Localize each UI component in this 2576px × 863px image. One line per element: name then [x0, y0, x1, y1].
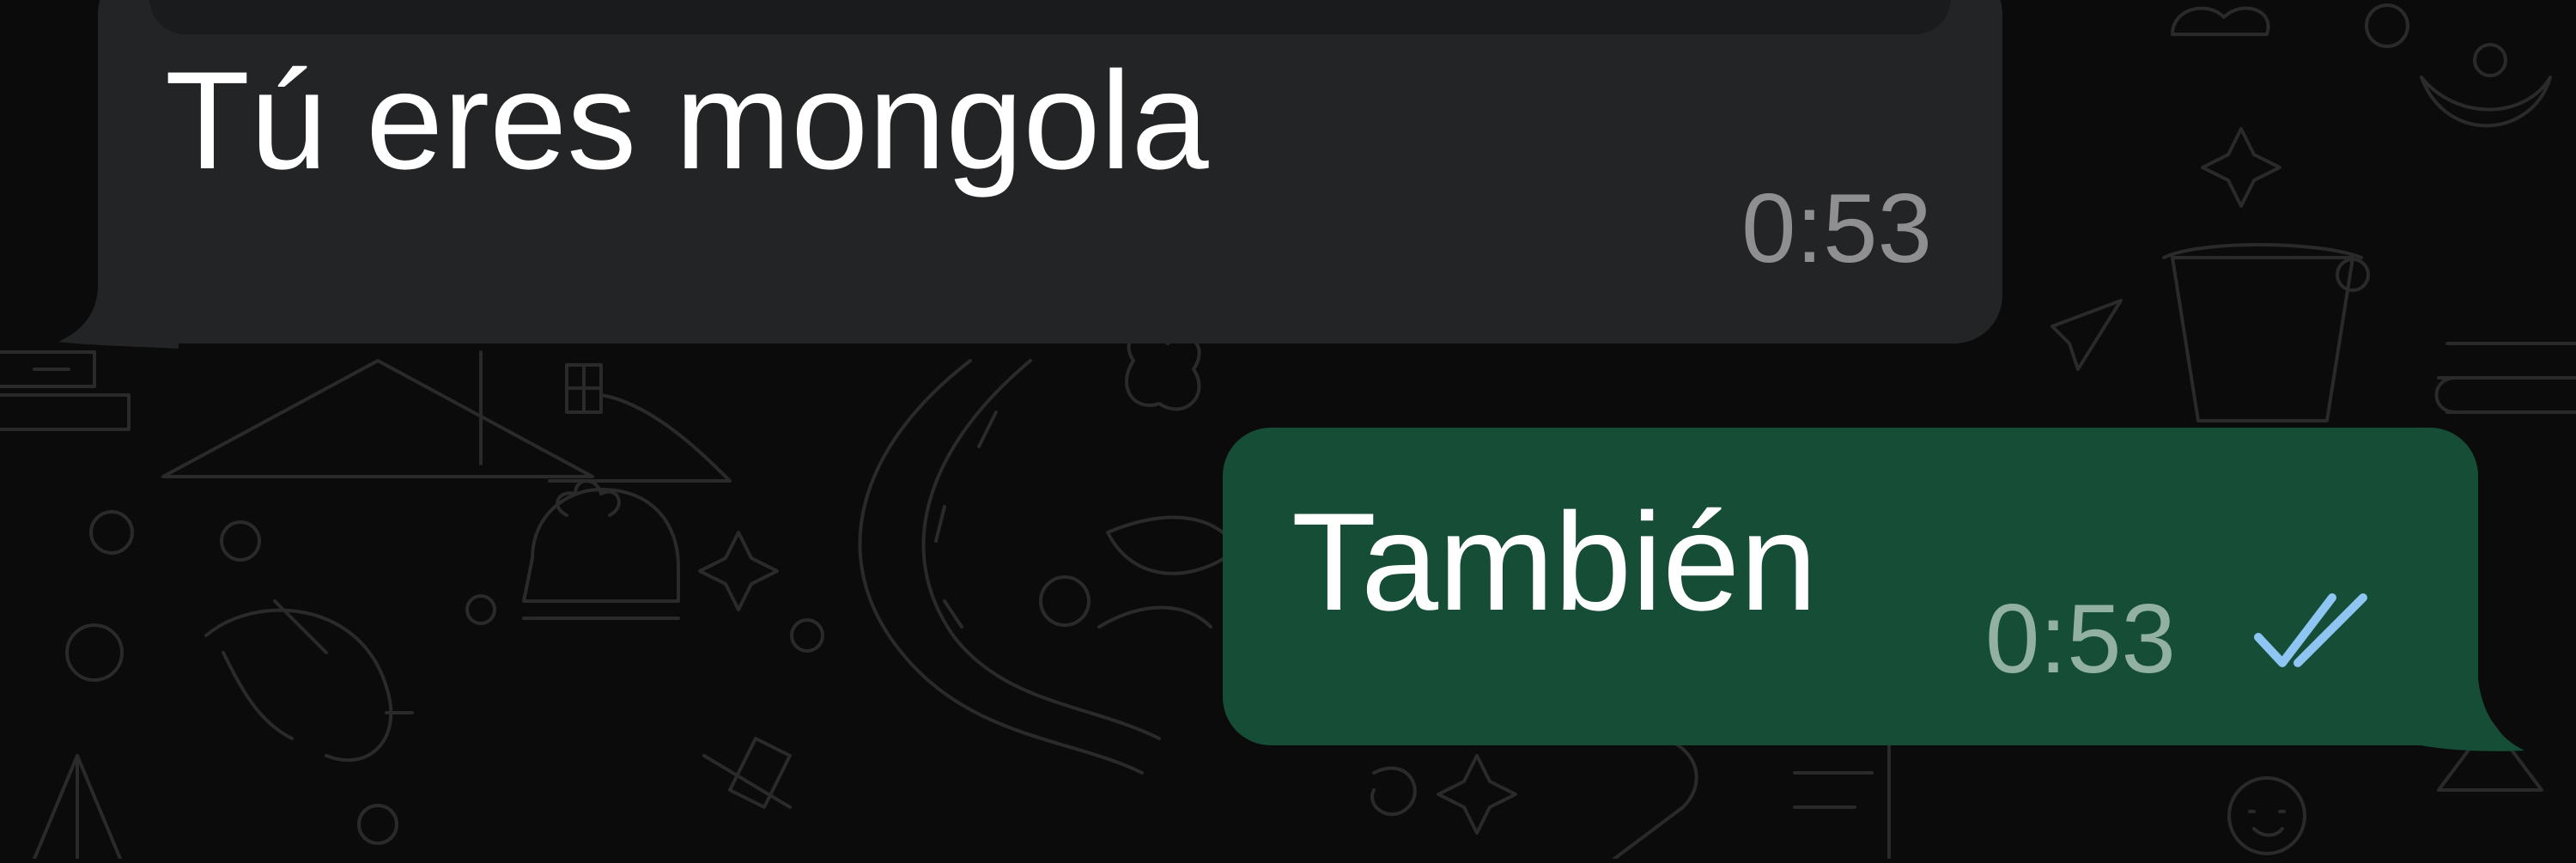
double-check-icon [2254, 593, 2367, 667]
incoming-message-bubble[interactable]: Tú eres mongola 0:53 [98, 0, 2002, 343]
message-timestamp: 0:53 [1985, 585, 2176, 694]
message-timestamp: 0:53 [1741, 174, 1932, 283]
message-text: También [1291, 484, 1818, 640]
message-text: Tú eres mongola [165, 43, 1209, 198]
outgoing-message-bubble[interactable]: También 0:53 [1223, 428, 2478, 745]
quoted-reply-preview[interactable] [149, 0, 1951, 34]
